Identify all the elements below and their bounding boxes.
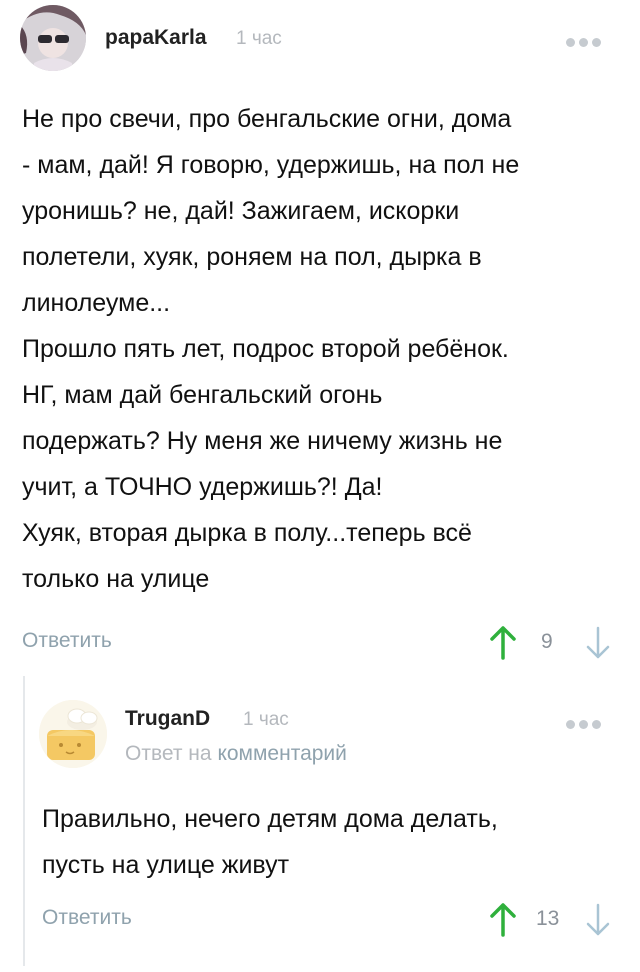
- comment-line: только на улице: [22, 565, 210, 593]
- comment-line: уронишь? не, дай! Зажигаем, искорки: [22, 197, 460, 225]
- rating-count: 9: [541, 630, 553, 653]
- avatar[interactable]: [20, 5, 86, 71]
- comment-line: НГ, мам дай бенгальский огонь: [22, 381, 383, 409]
- comment-line: Прошло пять лет, подрос второй ребёнок.: [22, 335, 509, 363]
- comment-line: линолеуме...: [22, 289, 171, 317]
- more-dots-icon[interactable]: [566, 716, 605, 734]
- reply-to-prefix: Ответ на: [125, 742, 212, 765]
- reply-line: Правильно, нечего детям дома делать,: [42, 805, 498, 833]
- arrow-up-icon[interactable]: [489, 626, 517, 665]
- timestamp: 1 час: [243, 709, 289, 730]
- reply-to: Ответ на комментарий: [125, 742, 347, 766]
- timestamp: 1 час: [236, 28, 282, 49]
- comment-line: Не про свечи, про бенгальские огни, дома: [22, 105, 512, 133]
- reply-button[interactable]: Ответить: [22, 629, 112, 653]
- avatar-photo: [20, 5, 86, 71]
- reply-text: Правильно, нечего детям дома делать, пус…: [42, 796, 612, 888]
- comment-text: Не про свечи, про бенгальские огни, дома…: [22, 96, 612, 602]
- avatar[interactable]: [39, 700, 107, 768]
- comment-line: подержать? Ну меня же ничему жизнь не: [22, 427, 503, 455]
- arrow-up-icon[interactable]: [489, 903, 517, 942]
- author-name[interactable]: TruganD: [125, 707, 210, 731]
- reply-to-link[interactable]: комментарий: [217, 742, 346, 765]
- avatar-bread-icon: [39, 700, 107, 768]
- more-dots-icon[interactable]: [566, 34, 605, 52]
- reply-button[interactable]: Ответить: [42, 906, 132, 930]
- reply-line: пусть на улице живут: [42, 851, 290, 879]
- rating-count: 13: [536, 907, 560, 930]
- author-name[interactable]: papaKarla: [105, 26, 207, 50]
- comment-line: - мам, дай! Я говорю, удержишь, на пол н…: [22, 151, 520, 179]
- thread-line: [23, 676, 25, 966]
- comment-line: полетели, хуяк, роняем на пол, дырка в: [22, 243, 482, 271]
- comment-line: Хуяк, вторая дырка в полу...теперь всё: [22, 519, 472, 547]
- arrow-down-icon[interactable]: [585, 626, 611, 665]
- comment-line: учит, а ТОЧНО удержишь?! Да!: [22, 473, 383, 501]
- arrow-down-icon[interactable]: [585, 903, 611, 942]
